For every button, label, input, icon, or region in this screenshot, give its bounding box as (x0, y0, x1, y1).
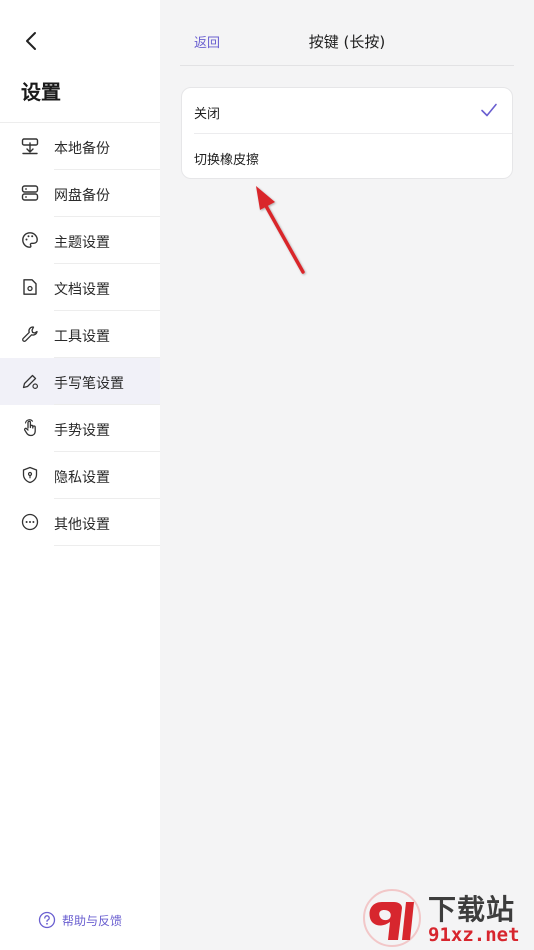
sidebar-item-label: 工具设置 (54, 329, 110, 345)
sidebar-item-cloud-backup[interactable]: 网盘备份 (0, 170, 160, 217)
logo-icon (363, 889, 421, 947)
sidebar-item-label: 网盘备份 (54, 188, 110, 204)
sidebar-title: 设置 (21, 80, 61, 104)
sidebar-item-label: 其他设置 (54, 517, 110, 533)
checkmark-icon (481, 103, 497, 117)
sidebar-item-local-backup[interactable]: 本地备份 (0, 123, 160, 170)
cloud-backup-icon (21, 185, 39, 201)
option-label: 切换橡皮擦 (194, 153, 260, 168)
palette-icon (22, 232, 38, 248)
wrench-icon (22, 326, 38, 342)
detail-header: 返回 按键 (长按) (180, 0, 514, 66)
shield-lock-icon (22, 466, 38, 484)
settings-sidebar: 设置 本地备份 网盘备份 主题设置 文档设置 工具设置 手写笔设置 手势设置 隐… (0, 0, 160, 950)
watermark-title: 下载站 (428, 893, 516, 926)
back-button[interactable] (18, 28, 44, 54)
sidebar-item-stylus[interactable]: 手写笔设置 (0, 358, 160, 405)
page-title: 按键 (长按) (308, 33, 386, 51)
option-off[interactable]: 关闭 (182, 88, 512, 134)
sidebar-item-document[interactable]: 文档设置 (0, 264, 160, 311)
help-feedback-label: 帮助与反馈 (62, 913, 123, 928)
sidebar-item-label: 隐私设置 (54, 470, 110, 486)
sidebar-item-theme[interactable]: 主题设置 (0, 217, 160, 264)
more-dots-icon (21, 513, 39, 531)
help-feedback-link[interactable]: 帮助与反馈 (38, 911, 122, 929)
sidebar-item-label: 手写笔设置 (54, 376, 124, 392)
sidebar-item-label: 主题设置 (54, 235, 110, 251)
sidebar-item-label: 文档设置 (54, 282, 110, 298)
red-arrow-annotation (256, 186, 305, 274)
document-gear-icon (23, 279, 37, 295)
sidebar-item-other[interactable]: 其他设置 (0, 499, 160, 546)
option-toggle-eraser[interactable]: 切换橡皮擦 (182, 134, 512, 178)
question-circle-icon (38, 911, 56, 929)
sidebar-item-gesture[interactable]: 手势设置 (0, 405, 160, 452)
sidebar-item-label: 本地备份 (54, 141, 110, 157)
sidebar-item-label: 手势设置 (54, 423, 110, 439)
watermark: 下载站 91xz.net (362, 888, 534, 950)
sidebar-item-tools[interactable]: 工具设置 (0, 311, 160, 358)
watermark-url: 91xz.net (428, 924, 520, 946)
option-label: 关闭 (194, 107, 221, 122)
hand-gesture-icon (23, 419, 36, 437)
sidebar-menu: 本地备份 网盘备份 主题设置 文档设置 工具设置 手写笔设置 手势设置 隐私设置… (0, 122, 160, 546)
sidebar-item-privacy[interactable]: 隐私设置 (0, 452, 160, 499)
options-card: 关闭 切换橡皮擦 (181, 87, 513, 179)
chevron-left-icon (26, 32, 36, 50)
local-backup-icon (21, 138, 39, 155)
pen-gear-icon (22, 374, 39, 390)
